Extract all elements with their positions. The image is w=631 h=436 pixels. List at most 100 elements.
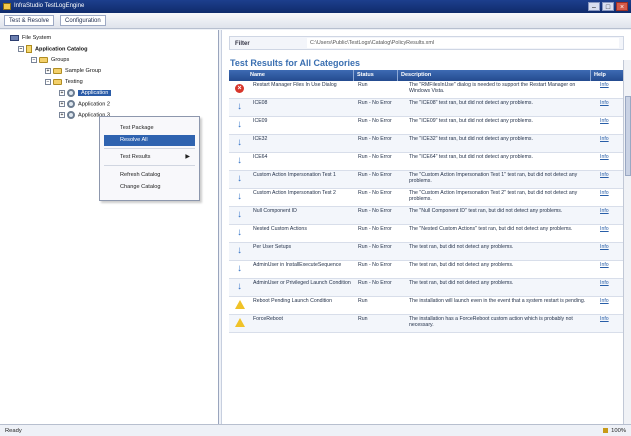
collapse-icon[interactable]: − — [31, 56, 37, 63]
context-menu-item-test-results[interactable]: Test Results ▶ — [104, 152, 195, 163]
header-name[interactable]: Name — [247, 70, 354, 81]
menu-configuration[interactable]: Configuration — [60, 15, 106, 26]
application-window: InfraStudio TestLogEngine – □ × Test & R… — [0, 0, 631, 436]
row-help-link[interactable]: Info — [600, 136, 618, 142]
table-row[interactable]: ↓ Per User Setups Run - No Error The tes… — [229, 243, 624, 261]
context-menu-item-test-package[interactable]: Test Package — [104, 123, 195, 134]
tree-item-testing[interactable]: − Testing — [45, 78, 83, 87]
table-row[interactable]: ForceReboot Run The installation has a F… — [229, 315, 624, 333]
row-name: Restart Manager Files In Use Dialog — [253, 82, 337, 88]
filter-path-field[interactable]: C:\Users\Public\TestLogs\Catalog\PolicyR… — [307, 38, 619, 48]
row-help-link[interactable]: Info — [600, 190, 618, 196]
expand-icon[interactable]: + — [59, 101, 65, 107]
tree-item-sample-group[interactable]: + Sample Group — [45, 67, 101, 76]
row-help-link[interactable]: Info — [600, 154, 618, 160]
row-name: Custom Action Impersonation Test 1 — [253, 172, 336, 178]
header-help[interactable]: Help — [591, 70, 624, 81]
pass-icon: ↓ — [237, 245, 242, 256]
row-status: Run - No Error — [358, 154, 392, 160]
row-name: AdminUser in InstallExecuteSequence — [253, 262, 342, 268]
table-row[interactable]: ↓ AdminUser in InstallExecuteSequence Ru… — [229, 261, 624, 279]
tree-item-label: Testing — [65, 79, 83, 85]
table-row[interactable]: ↓ ICE64 Run - No Error The "ICE64" test … — [229, 153, 624, 171]
row-help-link[interactable]: Info — [600, 280, 618, 286]
row-status: Run - No Error — [358, 226, 392, 232]
title-bar: InfraStudio TestLogEngine – □ × — [0, 0, 631, 13]
row-help-link[interactable]: Info — [600, 226, 618, 232]
row-help-link[interactable]: Info — [600, 262, 618, 268]
expand-icon[interactable]: + — [59, 112, 65, 118]
menu-bar: Test & Resolve Configuration — [0, 13, 631, 29]
catalog-tree-pane: File System − Application Catalog − Groups… — [0, 30, 219, 424]
context-menu-divider — [104, 165, 195, 166]
row-description: The "Custom Action Impersonation Test 2"… — [409, 190, 578, 202]
table-row[interactable]: ↓ ICE32 Run - No Error The "ICE32" test … — [229, 135, 624, 153]
row-name: Reboot Pending Launch Condition — [253, 298, 333, 304]
table-row[interactable]: ↓ Custom Action Impersonation Test 1 Run… — [229, 171, 624, 189]
row-description: The "Custom Action Impersonation Test 1"… — [409, 172, 578, 184]
table-row[interactable]: ↓ AdminUser or Privileged Launch Conditi… — [229, 279, 624, 297]
filter-label: Filter — [235, 41, 250, 47]
tree-item-label: Sample Group — [65, 68, 102, 74]
tree-item-application-1[interactable]: + Application — [59, 89, 112, 98]
tree-item-label: Groups — [51, 57, 70, 63]
row-help-link[interactable]: Info — [600, 82, 618, 88]
header-status[interactable]: Status — [354, 70, 398, 81]
tree-item-application-2[interactable]: + Application 2 — [59, 100, 110, 109]
context-menu-item-resolve-all[interactable]: Resolve All — [104, 135, 195, 146]
tree-item-application-catalog[interactable]: − Application Catalog — [18, 45, 88, 54]
table-row[interactable]: × Restart Manager Files In Use Dialog Ru… — [229, 81, 624, 99]
row-help-link[interactable]: Info — [600, 118, 618, 124]
results-scrollbar[interactable] — [623, 60, 631, 424]
collapse-icon[interactable]: − — [18, 46, 24, 52]
context-menu-divider — [104, 148, 195, 149]
tree-item-label: Application Catalog — [35, 46, 88, 53]
row-description: The installation has a ForceReboot custo… — [409, 316, 573, 328]
table-row[interactable]: ↓ Custom Action Impersonation Test 2 Run… — [229, 189, 624, 207]
close-button[interactable]: × — [616, 2, 628, 11]
table-row[interactable]: Reboot Pending Launch Condition Run The … — [229, 297, 624, 315]
minimize-button[interactable]: – — [588, 2, 600, 11]
expand-icon[interactable]: + — [59, 90, 65, 96]
table-row[interactable]: ↓ ICE08 Run - No Error The "ICE08" test … — [229, 99, 624, 117]
row-name: Per User Setups — [253, 244, 292, 250]
row-description: The "RMFilesInUse" dialog is needed to s… — [409, 82, 576, 94]
status-right-text: 100% — [611, 428, 626, 434]
context-menu-item-refresh-catalog[interactable]: Refresh Catalog — [104, 170, 195, 181]
row-help-link[interactable]: Info — [600, 298, 618, 304]
row-status: Run - No Error — [358, 262, 392, 268]
row-help-link[interactable]: Info — [600, 316, 618, 322]
row-help-link[interactable]: Info — [600, 244, 618, 250]
pass-icon: ↓ — [237, 209, 242, 220]
row-description: The "Nested Custom Actions" test ran, bu… — [409, 226, 573, 232]
row-help-link[interactable]: Info — [600, 100, 618, 106]
row-name: AdminUser or Privileged Launch Condition — [253, 280, 351, 286]
row-status: Run — [358, 316, 368, 322]
tree-item-file-system[interactable]: File System — [10, 34, 51, 43]
collapse-icon[interactable]: − — [45, 78, 51, 85]
status-text: Ready — [5, 428, 22, 434]
pass-icon: ↓ — [237, 173, 242, 184]
row-name: ICE32 — [253, 136, 268, 142]
folder-icon — [39, 56, 48, 63]
row-description: The installation will launch even in the… — [409, 298, 586, 304]
menu-test-resolve[interactable]: Test & Resolve — [4, 15, 55, 26]
table-row[interactable]: ↓ Null Component ID Run - No Error The "… — [229, 207, 624, 225]
row-help-link[interactable]: Info — [600, 172, 618, 178]
context-menu-item-change-catalog[interactable]: Change Catalog — [104, 182, 195, 193]
header-description[interactable]: Description — [398, 70, 591, 81]
row-help-link[interactable]: Info — [600, 208, 618, 214]
row-description: The test ran, but did not detect any pro… — [409, 280, 514, 286]
tree-item-groups[interactable]: − Groups — [31, 56, 69, 65]
row-name: Nested Custom Actions — [253, 226, 307, 232]
maximize-button[interactable]: □ — [602, 2, 614, 11]
pass-icon: ↓ — [237, 119, 242, 130]
scrollbar-thumb[interactable] — [625, 96, 631, 176]
row-name: ICE08 — [253, 100, 268, 106]
tree-item-label: File System — [22, 35, 52, 41]
row-description: The "ICE64" test ran, but did not detect… — [409, 154, 533, 160]
table-row[interactable]: ↓ ICE09 Run - No Error The "ICE09" test … — [229, 117, 624, 135]
folder-icon — [53, 78, 62, 85]
table-row[interactable]: ↓ Nested Custom Actions Run - No Error T… — [229, 225, 624, 243]
expand-icon[interactable]: + — [45, 67, 51, 74]
